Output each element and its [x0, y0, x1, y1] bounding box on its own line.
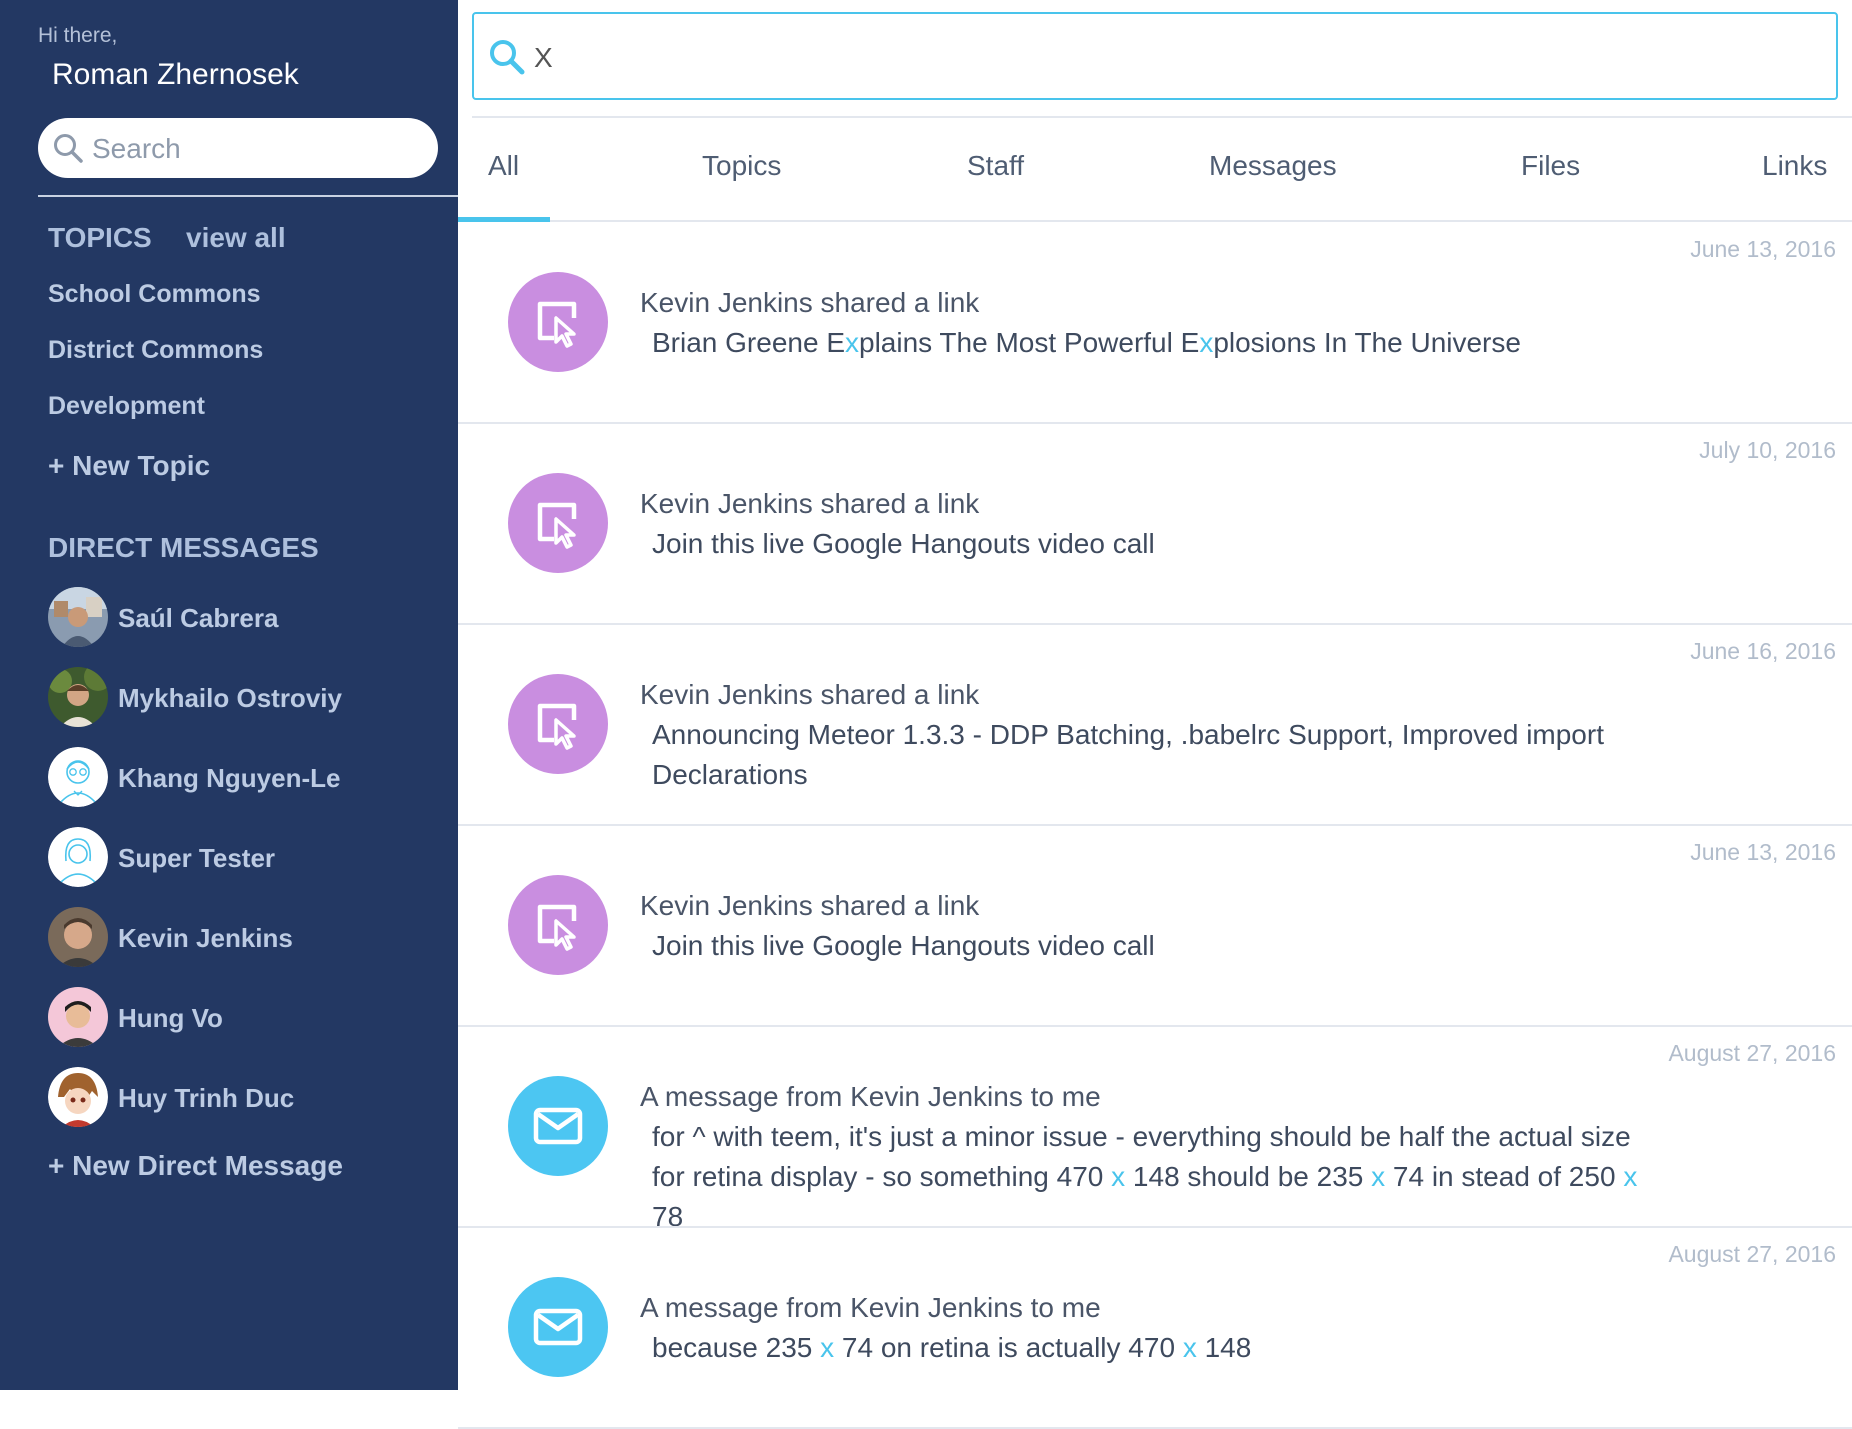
match-highlight: x [1199, 327, 1214, 358]
tab-links[interactable]: Links [1762, 150, 1827, 182]
snippet-text: 148 [1196, 1332, 1252, 1363]
match-highlight: x [820, 1332, 835, 1363]
divider [472, 116, 1852, 118]
avatar [48, 827, 108, 887]
dm-name: Hung Vo [118, 1003, 223, 1033]
tab-staff[interactable]: Staff [967, 150, 1024, 182]
match-highlight: x [1623, 1161, 1638, 1192]
dm-name: Khang Nguyen-Le [118, 763, 341, 793]
envelope-icon [508, 1076, 608, 1176]
snippet-text: 74 in stead of 250 [1385, 1161, 1624, 1192]
result-date: June 13, 2016 [1690, 839, 1836, 865]
link-cursor-icon [508, 473, 608, 573]
match-highlight: x [845, 327, 859, 358]
snippet-text: 74 on retina is actually 470 [834, 1332, 1183, 1363]
result-snippet: Join this live Google Hangouts video cal… [652, 524, 1652, 564]
snippet-text: plosions In The Universe [1213, 327, 1521, 358]
link-cursor-icon [508, 875, 608, 975]
search-icon [54, 134, 83, 163]
sidebar-item-school-commons[interactable]: School Commons [48, 280, 261, 309]
result-snippet: Brian Greene Explains The Most Powerful … [652, 323, 1652, 363]
snippet-text: because 235 [652, 1332, 821, 1363]
result-title: Kevin Jenkins shared a link [640, 488, 980, 519]
sidebar-item-district-commons[interactable]: District Commons [48, 336, 263, 365]
result-snippet: for ^ with teem, it's just a minor issue… [652, 1117, 1652, 1228]
avatar [48, 667, 108, 727]
topics-heading: TOPICS [48, 222, 152, 253]
dm-name: Mykhailo Ostroviy [118, 683, 342, 713]
snippet-text: Announcing Meteor 1.3.3 - DDP Batching, … [652, 719, 1604, 790]
search-placeholder: Search [92, 133, 181, 164]
match-highlight: x [1111, 1161, 1126, 1192]
envelope-icon [508, 1277, 608, 1377]
snippet-text: Brian Greene E [652, 327, 845, 358]
search-query: X [534, 42, 553, 73]
result-snippet: Join this live Google Hangouts video cal… [652, 926, 1652, 966]
result-date: August 27, 2016 [1668, 1241, 1836, 1267]
result-title: A message from Kevin Jenkins to me [640, 1081, 1101, 1112]
result-date: July 10, 2016 [1699, 437, 1836, 463]
dm-name: Saúl Cabrera [118, 603, 279, 633]
avatar [48, 1067, 108, 1127]
tab-files[interactable]: Files [1521, 150, 1580, 182]
result-item-link[interactable]: July 10, 2016 Kevin Jenkins shared a lin… [458, 423, 1852, 625]
result-date: June 16, 2016 [1690, 638, 1836, 664]
tab-messages[interactable]: Messages [1209, 150, 1337, 182]
result-title: Kevin Jenkins shared a link [640, 287, 980, 318]
dm-name: Huy Trinh Duc [118, 1083, 295, 1113]
link-cursor-icon [508, 272, 608, 372]
match-highlight: x [1182, 1332, 1197, 1363]
dm-name: Super Tester [118, 843, 276, 873]
main-search-input[interactable]: X [472, 12, 1838, 100]
result-title: Kevin Jenkins shared a link [640, 679, 980, 710]
snippet-text: 148 should be 235 [1125, 1161, 1372, 1192]
snippet-text: plains The Most Powerful E [859, 327, 1200, 358]
result-date: August 27, 2016 [1668, 1040, 1836, 1066]
sidebar: Hi there, Roman Zhernosek Search TOPICS … [0, 0, 458, 1390]
avatar [48, 907, 108, 967]
match-highlight: x [1371, 1161, 1386, 1192]
direct-messages-heading: DIRECT MESSAGES [48, 532, 319, 563]
new-topic-button[interactable]: + New Topic [48, 450, 210, 482]
sidebar-search-input[interactable]: Search [38, 118, 438, 178]
dm-name: Kevin Jenkins [118, 923, 293, 953]
sidebar-item-development[interactable]: Development [48, 392, 205, 421]
username[interactable]: Roman Zhernosek [52, 58, 299, 92]
greeting: Hi there, [38, 24, 118, 47]
view-all-topics-link[interactable]: view all [186, 222, 286, 254]
main-panel: X All Topics Staff Messages Files Links … [458, 0, 1852, 1429]
avatar [48, 987, 108, 1047]
divider [38, 195, 458, 197]
result-title: Kevin Jenkins shared a link [640, 890, 980, 921]
result-title: A message from Kevin Jenkins to me [640, 1292, 1101, 1323]
new-direct-message-button[interactable]: + New Direct Message [48, 1150, 343, 1182]
snippet-text: 78 [652, 1201, 684, 1228]
tab-all[interactable]: All [488, 150, 519, 182]
result-item-link[interactable]: June 16, 2016 Kevin Jenkins shared a lin… [458, 624, 1852, 826]
result-item-link[interactable]: June 13, 2016 Kevin Jenkins shared a lin… [458, 222, 1852, 424]
result-snippet: because 235 x 74 on retina is actually 4… [652, 1328, 1652, 1368]
snippet-text: Join this live Google Hangouts video cal… [652, 930, 1155, 961]
result-item-link[interactable]: June 13, 2016 Kevin Jenkins shared a lin… [458, 825, 1852, 1027]
avatar [48, 747, 108, 807]
result-date: June 13, 2016 [1690, 236, 1836, 262]
tab-topics[interactable]: Topics [702, 150, 781, 182]
result-item-message[interactable]: August 27, 2016 A message from Kevin Jen… [458, 1227, 1852, 1429]
result-item-message[interactable]: August 27, 2016 A message from Kevin Jen… [458, 1026, 1852, 1228]
search-icon [490, 40, 525, 75]
link-cursor-icon [508, 674, 608, 774]
snippet-text: Join this live Google Hangouts video cal… [652, 528, 1155, 559]
avatar [48, 587, 108, 647]
result-snippet: Announcing Meteor 1.3.3 - DDP Batching, … [652, 715, 1652, 795]
